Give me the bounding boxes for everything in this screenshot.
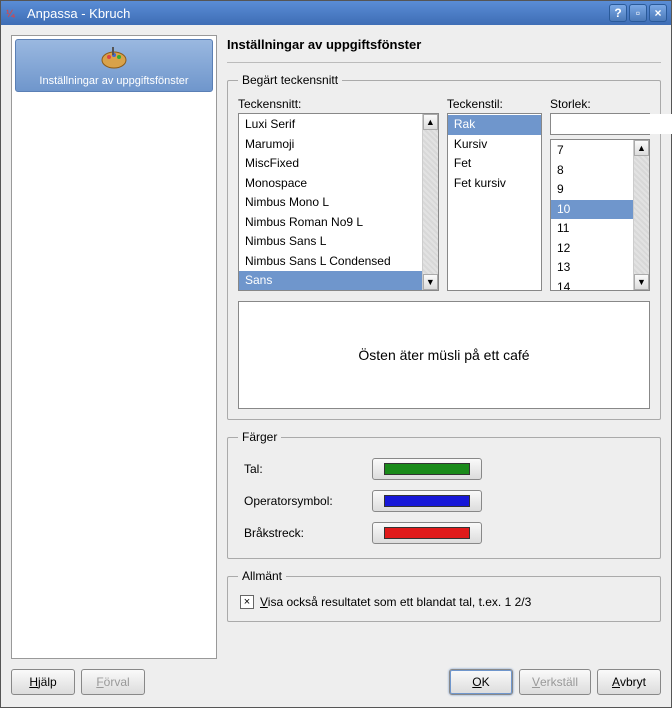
general-group-legend: Allmänt xyxy=(238,569,286,583)
list-item[interactable]: Kursiv xyxy=(448,135,541,155)
number-color-button[interactable] xyxy=(372,458,482,480)
list-item[interactable]: Marumoji xyxy=(239,135,422,155)
font-style-listbox[interactable]: RakKursivFetFet kursiv xyxy=(447,113,542,291)
scroll-down-icon[interactable]: ▼ xyxy=(634,274,649,290)
list-item[interactable]: Rak xyxy=(448,115,541,135)
general-groupbox: Allmänt × Visa också resultatet som ett … xyxy=(227,569,661,622)
list-item[interactable]: Luxi Serif xyxy=(239,115,422,135)
font-preview: Östen äter müsli på ett café xyxy=(238,301,650,409)
font-family-label: Teckensnitt: xyxy=(238,97,439,111)
list-item[interactable]: Fet xyxy=(448,154,541,174)
list-item[interactable]: 11 xyxy=(551,219,633,239)
colors-groupbox: Färger Tal: Operatorsymbol: Bråkstreck: xyxy=(227,430,661,559)
colors-group-legend: Färger xyxy=(238,430,281,444)
font-group-legend: Begärt teckensnitt xyxy=(238,73,342,87)
font-style-label: Teckenstil: xyxy=(447,97,542,111)
fraction-color-swatch xyxy=(384,527,470,539)
button-bar: Hjälp Förval OK Verkställ Avbryt xyxy=(1,669,671,707)
main-panel: Inställningar av uppgiftsfönster Begärt … xyxy=(227,35,661,659)
scroll-up-icon[interactable]: ▲ xyxy=(423,114,438,130)
list-item[interactable]: Nimbus Mono L xyxy=(239,193,422,213)
list-item[interactable]: Fet kursiv xyxy=(448,174,541,194)
close-button[interactable]: × xyxy=(649,4,667,22)
svg-text:¼: ¼ xyxy=(6,9,15,20)
apply-button: Verkställ xyxy=(519,669,591,695)
list-item[interactable]: Nimbus Sans L Condensed xyxy=(239,252,422,272)
help-titlebar-button[interactable]: ? xyxy=(609,4,627,22)
scroll-track[interactable] xyxy=(634,156,649,274)
number-color-swatch xyxy=(384,463,470,475)
scrollbar[interactable]: ▲ ▼ xyxy=(633,140,649,290)
scroll-down-icon[interactable]: ▼ xyxy=(423,274,438,290)
sidebar-item-label: Inställningar av uppgiftsfönster xyxy=(39,75,188,87)
help-button[interactable]: Hjälp xyxy=(11,669,75,695)
operator-color-button[interactable] xyxy=(372,490,482,512)
list-item[interactable]: Monospace xyxy=(239,174,422,194)
ok-button[interactable]: OK xyxy=(449,669,513,695)
mixed-number-checkbox-row[interactable]: × Visa också resultatet som ett blandat … xyxy=(238,593,650,611)
font-size-label: Storlek: xyxy=(550,97,650,111)
font-family-listbox[interactable]: Luxi SerifMarumojiMiscFixedMonospaceNimb… xyxy=(238,113,439,291)
scroll-up-icon[interactable]: ▲ xyxy=(634,140,649,156)
operator-color-swatch xyxy=(384,495,470,507)
font-preview-text: Östen äter müsli på ett café xyxy=(358,347,529,363)
scroll-track[interactable] xyxy=(423,130,438,274)
content-area: Inställningar av uppgiftsfönster Inställ… xyxy=(1,25,671,669)
separator xyxy=(227,62,661,63)
list-item[interactable]: MiscFixed xyxy=(239,154,422,174)
font-size-listbox[interactable]: 789101112131415 ▲ ▼ xyxy=(550,139,650,291)
window-title: Anpassa - Kbruch xyxy=(27,6,607,21)
list-item[interactable]: Nimbus Roman No9 L xyxy=(239,213,422,233)
app-icon: ¼ xyxy=(5,5,21,21)
dialog-window: ¼ Anpassa - Kbruch ? ▫ × Inställningar a… xyxy=(0,0,672,708)
list-item[interactable]: 7 xyxy=(551,141,633,161)
list-item[interactable]: 12 xyxy=(551,239,633,259)
list-item[interactable]: Sans xyxy=(239,271,422,290)
cancel-button[interactable]: Avbryt xyxy=(597,669,661,695)
operator-color-label: Operatorsymbol: xyxy=(244,494,364,508)
list-item[interactable]: 14 xyxy=(551,278,633,291)
number-color-label: Tal: xyxy=(244,462,364,476)
sidebar: Inställningar av uppgiftsfönster xyxy=(11,35,217,659)
mixed-number-checkbox[interactable]: × xyxy=(240,595,254,609)
font-groupbox: Begärt teckensnitt Teckensnitt: Luxi Ser… xyxy=(227,73,661,420)
scrollbar[interactable]: ▲ ▼ xyxy=(422,114,438,290)
list-item[interactable]: 13 xyxy=(551,258,633,278)
font-size-input[interactable] xyxy=(551,114,672,134)
fraction-color-label: Bråkstreck: xyxy=(244,526,364,540)
fraction-color-button[interactable] xyxy=(372,522,482,544)
palette-icon xyxy=(20,46,208,73)
sidebar-item-task-window-settings[interactable]: Inställningar av uppgiftsfönster xyxy=(15,39,213,92)
list-item[interactable]: 8 xyxy=(551,161,633,181)
page-title: Inställningar av uppgiftsfönster xyxy=(227,35,661,62)
list-item[interactable]: 9 xyxy=(551,180,633,200)
defaults-button: Förval xyxy=(81,669,145,695)
list-item[interactable]: Nimbus Sans L xyxy=(239,232,422,252)
font-size-spinbox[interactable]: ▲ ▼ xyxy=(550,113,650,135)
mixed-number-label: Visa också resultatet som ett blandat ta… xyxy=(260,595,531,609)
titlebar: ¼ Anpassa - Kbruch ? ▫ × xyxy=(1,1,671,25)
maximize-button[interactable]: ▫ xyxy=(629,4,647,22)
list-item[interactable]: 10 xyxy=(551,200,633,220)
